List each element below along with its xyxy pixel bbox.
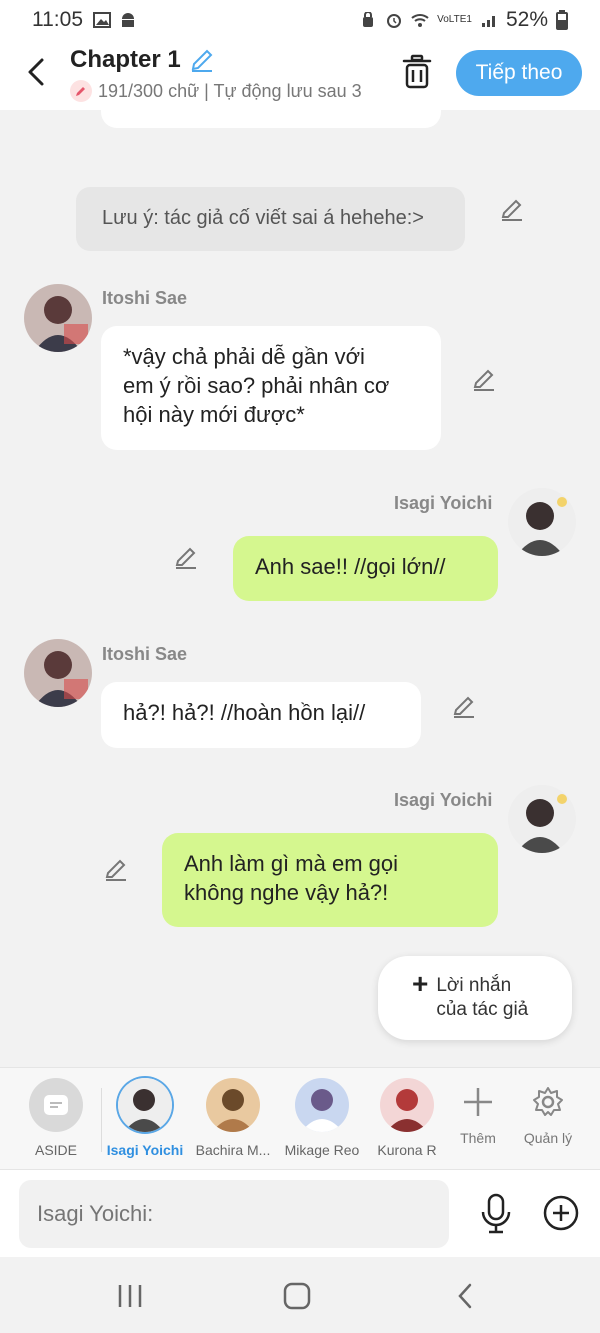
character-selector: ASIDE Isagi Yoichi Bachira M... Mikage R… [0,1067,600,1169]
chapter-title: Chapter 1 [70,46,181,73]
add-character-button[interactable]: Thêm [448,1082,508,1146]
chat-area[interactable]: Lưu ý: tác giả cố viết sai á hehehe:> It… [0,110,600,1067]
message-input-row [0,1169,600,1257]
character-avatar [118,1078,172,1132]
edit-title-icon[interactable] [189,47,215,73]
home-icon[interactable] [277,1279,317,1313]
author-note-button[interactable]: + Lời nhắn của tác giả [378,956,572,1040]
system-nav-bar [0,1257,600,1333]
plus-icon [464,1088,492,1116]
word-count-text: 191/300 chữ | Tự động lưu sau 3 [98,80,362,101]
message-input[interactable] [19,1180,449,1248]
sender-name: Itoshi Sae [102,644,188,664]
character-avatar [295,1078,349,1132]
character-avatar [380,1078,434,1132]
sender-name: Isagi Yoichi [394,493,493,513]
status-bar: 11:05 VoLTE1 52% [0,0,600,40]
battery-icon [556,10,568,30]
character-kurona[interactable]: Kurona R [362,1078,452,1158]
back-button[interactable] [18,52,54,92]
sender-name: Isagi Yoichi [394,790,493,810]
author-note[interactable]: Lưu ý: tác giả cố viết sai á hehehe:> [76,187,465,251]
avatar-itoshi-sae[interactable] [24,284,92,352]
plus-icon: + [412,968,429,999]
recent-apps-icon[interactable] [110,1279,150,1313]
chapter-title-group: Chapter 1 [70,46,215,74]
edit-message-icon[interactable] [499,197,525,223]
word-count-status: 191/300 chữ | Tự động lưu sau 3 [70,80,375,102]
chapter-header: Chapter 1 191/300 chữ | Tự động lưu sau … [0,40,600,110]
message-bubble-partial[interactable] [101,110,441,128]
back-nav-icon[interactable] [446,1279,486,1313]
edit-message-icon[interactable] [103,857,129,883]
alarm-lock-icon [363,12,374,27]
status-time: 11:05 [32,8,83,31]
avatar-isagi-yoichi[interactable] [508,488,576,556]
next-button[interactable]: Tiếp theo [456,50,582,96]
microphone-icon[interactable] [476,1192,516,1236]
trash-icon[interactable] [400,54,434,90]
manage-button[interactable]: Quản lý [518,1082,578,1146]
battery-percent: 52% [505,8,548,31]
wifi-icon [411,14,429,27]
avatar-isagi-yoichi[interactable] [508,785,576,853]
message-bubble[interactable]: Anh sae!! //gọi lớn// [233,536,498,601]
character-bachira[interactable]: Bachira M... [188,1078,278,1158]
message-bubble[interactable]: hả?! hả?! //hoàn hồn lại// [101,682,421,748]
character-isagi-yoichi[interactable]: Isagi Yoichi [100,1078,190,1158]
alarm-icon [387,14,402,28]
signal-icon [481,16,495,27]
edit-message-icon[interactable] [451,694,477,720]
message-bubble[interactable]: *vậy chả phải dễ gần với em ý rồi sao? p… [101,326,441,450]
gallery-icon [93,12,111,28]
sender-name: Itoshi Sae [102,288,188,308]
aside-icon [29,1078,83,1132]
volte-indicator: VoLTE1 [437,14,472,25]
add-circle-icon[interactable] [542,1194,580,1232]
message-bubble[interactable]: Anh làm gì mà em gọi không nghe vậy hả?! [162,833,498,927]
character-aside[interactable]: ASIDE [11,1078,101,1158]
avatar-itoshi-sae[interactable] [24,639,92,707]
edit-message-icon[interactable] [173,545,199,571]
gear-icon [533,1087,563,1116]
android-icon [122,13,134,27]
edit-message-icon[interactable] [471,367,497,393]
character-mikage-reo[interactable]: Mikage Reo [277,1078,367,1158]
pencil-icon [70,80,92,102]
character-avatar [206,1078,260,1132]
